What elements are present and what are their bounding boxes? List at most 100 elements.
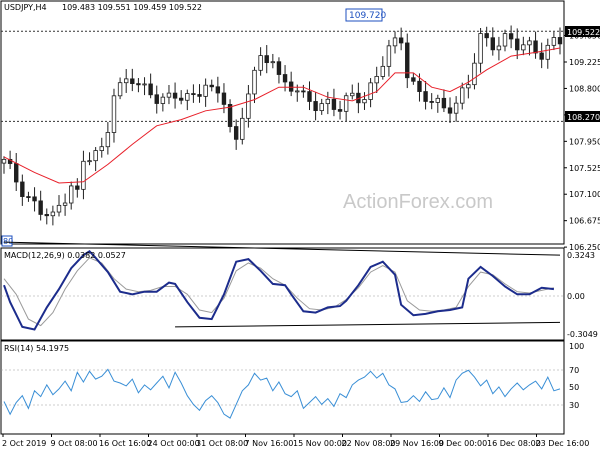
- candle-bullish: [545, 44, 550, 60]
- price-label-current: 109.522: [567, 28, 600, 37]
- price-tick-label: 108.800: [569, 84, 600, 93]
- candle-bullish: [466, 84, 471, 89]
- price-tick-label: 109.225: [569, 58, 600, 67]
- rsi-tick-50: 50: [569, 383, 579, 392]
- candle-bullish: [105, 132, 111, 148]
- candle-bullish: [435, 97, 441, 103]
- candle-bearish: [301, 90, 306, 93]
- time-tick-label: 29 Nov 16:00: [390, 439, 444, 448]
- candle-bullish: [478, 33, 483, 64]
- candle-bearish: [288, 81, 294, 92]
- macd-title: MACD(12,26,9) 0.0382 0.0527: [4, 251, 126, 260]
- candle-bearish: [20, 181, 25, 197]
- candle-bullish: [252, 69, 257, 95]
- candle-bullish: [246, 93, 251, 119]
- candle-bearish: [191, 93, 196, 95]
- candle-bearish: [417, 80, 422, 92]
- time-tick-label: 15 Nov 00:00: [293, 439, 347, 448]
- candle-bullish: [551, 37, 557, 46]
- time-tick-label: 24 Oct 00:00: [148, 439, 200, 448]
- rsi-tick-30: 30: [569, 401, 579, 410]
- candle-bearish: [423, 91, 428, 102]
- candle-bullish: [93, 150, 98, 162]
- candle-bearish: [154, 94, 159, 104]
- price-axis: 109.650109.225108.800108.375107.950107.5…: [564, 32, 600, 252]
- candle-bearish: [441, 97, 447, 109]
- candle-bearish: [38, 200, 43, 215]
- ohlc-quote: 109.483 109.551 109.459 109.522: [62, 3, 202, 12]
- price-tick-label: 107.100: [569, 190, 600, 199]
- candle-bullish: [374, 76, 379, 84]
- candle-bearish: [44, 214, 49, 217]
- candle-bearish: [398, 37, 404, 44]
- time-tick-label: 16 Dec 08:00: [487, 439, 541, 448]
- candle-bullish: [87, 160, 92, 163]
- candle-bullish: [380, 65, 386, 77]
- candle-bearish: [32, 196, 37, 202]
- candle-bullish: [350, 92, 355, 97]
- candle-bearish: [313, 101, 318, 112]
- macd-signal-line: [3, 257, 555, 327]
- candle-bearish: [515, 38, 520, 51]
- usdjpy-chart: ActionForex.com 109.650109.225108.800108…: [0, 0, 600, 448]
- candle-bullish: [111, 95, 117, 133]
- candle-bullish: [362, 99, 367, 104]
- candle-bullish: [386, 45, 392, 67]
- candle-bullish: [460, 87, 465, 104]
- candle-bearish: [221, 92, 227, 105]
- time-tick-label: 2 Oct 2019: [2, 439, 46, 448]
- candle-bullish: [295, 90, 300, 93]
- candle-bearish: [136, 83, 141, 86]
- candle-bearish: [429, 101, 434, 103]
- candle-bullish: [117, 82, 123, 97]
- macd-tick-zero: 0.00: [567, 292, 585, 301]
- time-axis: 2 Oct 2019 9 Oct 08:00 16 Oct 16:0024 Oct …: [2, 434, 589, 448]
- candle-bearish: [148, 83, 153, 96]
- candle-bearish: [75, 185, 80, 190]
- candle-bearish: [337, 109, 343, 112]
- candle-bearish: [539, 52, 544, 60]
- price-tick-label: 106.675: [569, 217, 600, 226]
- candle-bullish: [185, 93, 190, 101]
- candle-bullish: [368, 82, 373, 100]
- candle-bearish: [282, 74, 288, 83]
- candle-bearish: [172, 92, 178, 99]
- rsi-line: [3, 368, 561, 419]
- candle-bullish: [203, 84, 208, 97]
- candle-bullish: [325, 98, 331, 105]
- candle-bullish: [319, 103, 324, 112]
- candle-bearish: [197, 94, 202, 97]
- candle-bullish: [453, 102, 459, 114]
- time-tick-label: 9 Dec 00:00: [439, 439, 488, 448]
- rsi-tick-70: 70: [569, 366, 579, 375]
- candle-bullish: [50, 211, 56, 217]
- macd-line: [3, 250, 555, 331]
- candle-bullish: [343, 95, 349, 112]
- time-tick-label: 22 Nov 08:00: [342, 439, 396, 448]
- candle-bullish: [123, 78, 129, 84]
- candle-bearish: [233, 126, 239, 140]
- watermark: ActionForex.com: [343, 191, 493, 213]
- candle-bearish: [14, 163, 19, 183]
- time-tick-label: 9 Oct 08:00: [51, 439, 98, 448]
- price-tick-label: 107.950: [569, 137, 600, 146]
- candle-bullish: [258, 55, 263, 71]
- candle-bearish: [307, 91, 312, 102]
- candle-bearish: [209, 84, 214, 88]
- candle-bearish: [411, 77, 416, 82]
- time-tick-label: 23 Dec 16:00: [536, 439, 590, 448]
- candle-bullish: [240, 117, 245, 140]
- candle-bullish: [69, 185, 74, 204]
- rsi-pane-frame: [0, 340, 565, 435]
- candle-bullish: [521, 44, 526, 51]
- rsi-tick-100: 100: [569, 342, 584, 351]
- candle-bearish: [130, 78, 135, 84]
- candle-bullish: [142, 83, 147, 86]
- candle-bullish: [62, 202, 68, 206]
- price-tick-label: 107.525: [569, 164, 600, 173]
- level-label-high: 109.720: [349, 11, 386, 21]
- candle-bullish: [392, 37, 398, 47]
- macd-tick-top: 0.3243: [567, 251, 595, 260]
- left-low-label: 80: [3, 237, 13, 246]
- candle-bullish: [166, 92, 172, 98]
